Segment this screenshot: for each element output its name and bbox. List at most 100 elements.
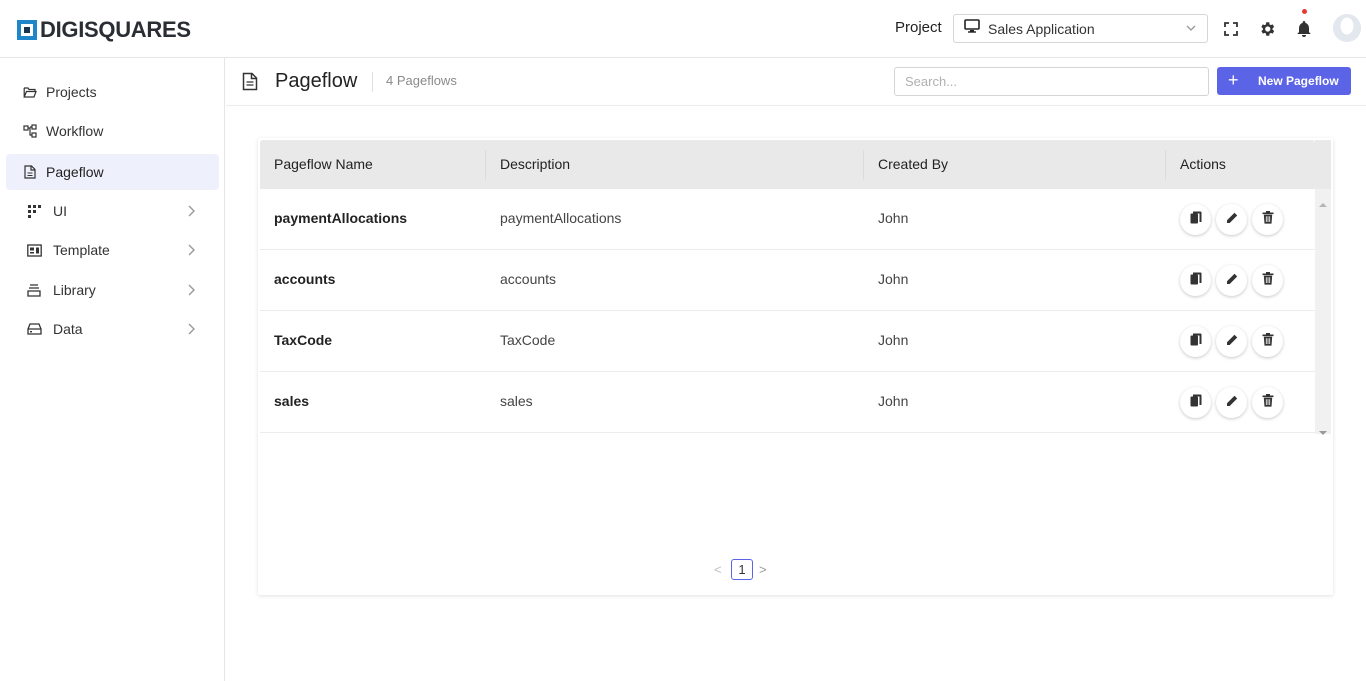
trash-icon: [1262, 332, 1274, 351]
scroll-down-icon[interactable]: [1318, 423, 1328, 441]
pagination-next[interactable]: >: [759, 562, 767, 577]
pencil-icon: [1226, 272, 1238, 290]
project-select-value: Sales Application: [988, 20, 1095, 37]
sidebar: Projects Workflow Pageflow UI Template L…: [0, 58, 225, 681]
column-header-description[interactable]: Description: [500, 156, 570, 172]
sidebar-item-label: Data: [53, 321, 83, 337]
document-icon: [242, 72, 258, 96]
sidebar-item-workflow[interactable]: Workflow: [6, 113, 219, 149]
logo-mark-icon: [17, 20, 37, 40]
sidebar-item-label: Template: [53, 242, 110, 258]
chevron-right-icon: [186, 322, 196, 341]
sidebar-item-label: Library: [53, 282, 96, 298]
pageflow-description: accounts: [500, 271, 557, 287]
delete-button[interactable]: [1252, 387, 1283, 418]
column-header-actions: Actions: [1180, 156, 1226, 172]
pageflow-created-by: John: [878, 332, 909, 348]
sidebar-item-template[interactable]: Template: [6, 232, 219, 268]
project-select[interactable]: Sales Application: [953, 14, 1208, 43]
pageflow-name[interactable]: paymentAllocations: [274, 210, 407, 226]
table-scrollbar[interactable]: [1315, 140, 1331, 435]
edit-button[interactable]: [1216, 326, 1247, 357]
chevron-right-icon: [186, 204, 196, 223]
sidebar-item-label: Projects: [46, 84, 97, 100]
project-label: Project: [895, 19, 942, 36]
trash-icon: [1262, 393, 1274, 412]
pageflow-name[interactable]: sales: [274, 393, 309, 409]
notification-badge: [1302, 9, 1307, 14]
delete-button[interactable]: [1252, 326, 1283, 357]
trash-icon: [1262, 271, 1274, 290]
gear-icon[interactable]: [1256, 18, 1278, 40]
template-icon: [26, 242, 42, 258]
table-row[interactable]: TaxCode TaxCode John: [260, 311, 1315, 372]
pageflow-description: paymentAllocations: [500, 210, 622, 226]
edit-button[interactable]: [1216, 265, 1247, 296]
edit-button[interactable]: [1216, 387, 1247, 418]
sidebar-item-library[interactable]: Library: [6, 272, 219, 308]
copy-button[interactable]: [1180, 387, 1211, 418]
top-header: DIGISQUARES Project Sales Application: [0, 0, 1366, 58]
column-header-created-by[interactable]: Created By: [878, 156, 948, 172]
document-icon: [22, 164, 38, 180]
delete-button[interactable]: [1252, 265, 1283, 296]
pencil-icon: [1226, 211, 1238, 229]
column-header-name[interactable]: Pageflow Name: [274, 156, 373, 172]
chevron-down-icon: [1185, 21, 1197, 39]
sidebar-item-label: Workflow: [46, 123, 104, 139]
pencil-icon: [1226, 333, 1238, 351]
title-divider: [372, 72, 373, 92]
new-pageflow-button[interactable]: + New Pageflow: [1217, 67, 1351, 95]
fullscreen-icon[interactable]: [1220, 18, 1242, 40]
logo[interactable]: DIGISQUARES: [17, 17, 191, 43]
edit-button[interactable]: [1216, 204, 1247, 235]
table-header: Pageflow Name Description Created By Act…: [260, 140, 1315, 189]
copy-button[interactable]: [1180, 265, 1211, 296]
grid-icon: [26, 203, 42, 219]
scroll-up-icon[interactable]: [1318, 195, 1328, 213]
pageflow-name[interactable]: accounts: [274, 271, 335, 287]
sidebar-item-label: Pageflow: [46, 164, 104, 180]
copy-button[interactable]: [1180, 204, 1211, 235]
page-toolbar: Pageflow 4 Pageflows + New Pageflow: [226, 58, 1366, 106]
scrollbar-header-filler: [1315, 140, 1331, 189]
sidebar-item-projects[interactable]: Projects: [6, 74, 219, 110]
avatar[interactable]: [1333, 14, 1361, 42]
pageflow-created-by: John: [878, 271, 909, 287]
column-divider: [485, 150, 486, 180]
trash-icon: [1262, 210, 1274, 229]
column-divider: [863, 150, 864, 180]
logo-text: DIGISQUARES: [40, 17, 191, 42]
table-row[interactable]: accounts accounts John: [260, 250, 1315, 311]
plus-icon: +: [1228, 70, 1239, 90]
copy-icon: [1190, 394, 1202, 412]
monitor-icon: [964, 19, 980, 38]
folder-open-icon: [22, 84, 38, 100]
pagination: < 1 >: [258, 558, 1333, 582]
pageflow-description: TaxCode: [500, 332, 556, 348]
sidebar-item-data[interactable]: Data: [6, 311, 219, 347]
pagination-prev[interactable]: <: [714, 562, 722, 577]
library-icon: [26, 282, 42, 298]
table-row[interactable]: sales sales John: [260, 372, 1315, 433]
database-icon: [26, 321, 42, 337]
pageflow-description: sales: [500, 393, 533, 409]
pageflow-created-by: John: [878, 393, 909, 409]
copy-icon: [1190, 272, 1202, 290]
chevron-right-icon: [186, 283, 196, 302]
pencil-icon: [1226, 394, 1238, 412]
sidebar-item-ui[interactable]: UI: [6, 193, 219, 229]
table-row[interactable]: paymentAllocations paymentAllocations Jo…: [260, 189, 1315, 250]
pageflow-count: 4 Pageflows: [386, 73, 457, 88]
workflow-icon: [22, 123, 38, 139]
new-pageflow-label: New Pageflow: [1258, 74, 1339, 88]
pageflow-name[interactable]: TaxCode: [274, 332, 332, 348]
bell-icon[interactable]: [1293, 18, 1315, 40]
copy-icon: [1190, 333, 1202, 351]
copy-button[interactable]: [1180, 326, 1211, 357]
pagination-page-1[interactable]: 1: [731, 559, 753, 580]
sidebar-item-pageflow[interactable]: Pageflow: [6, 154, 219, 190]
search-input[interactable]: [894, 67, 1209, 96]
page-title: Pageflow: [275, 70, 358, 92]
delete-button[interactable]: [1252, 204, 1283, 235]
